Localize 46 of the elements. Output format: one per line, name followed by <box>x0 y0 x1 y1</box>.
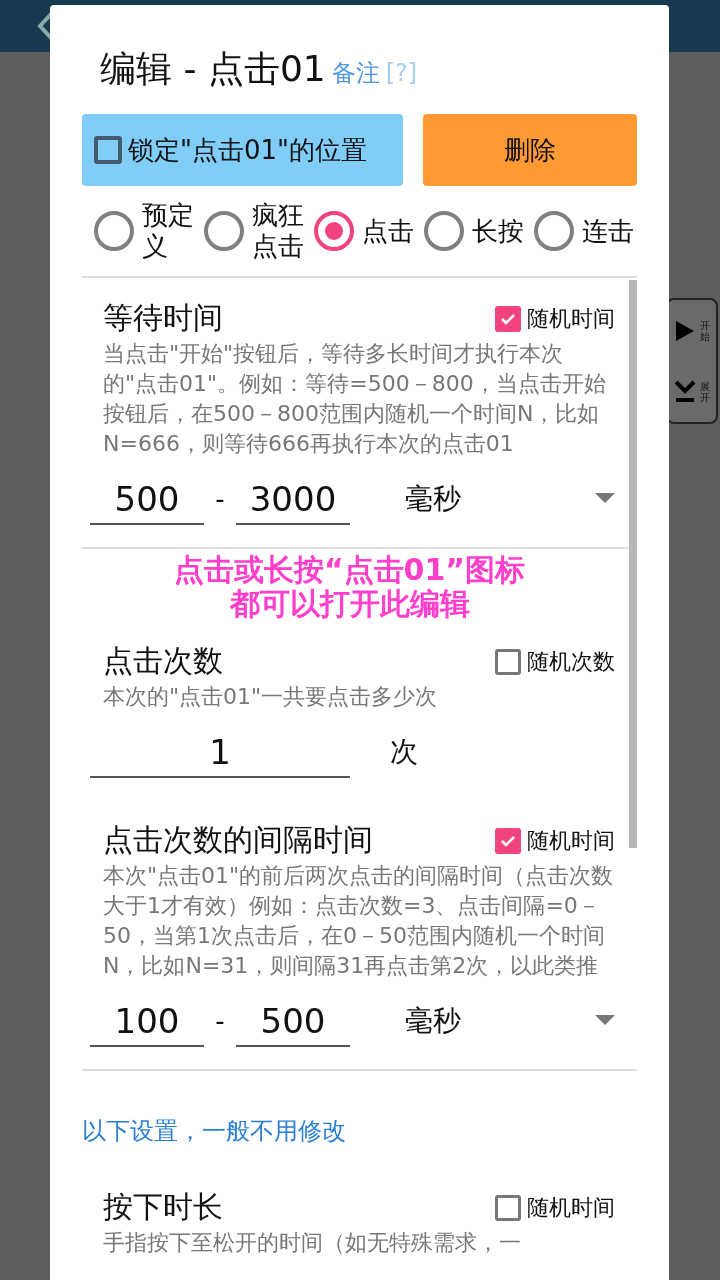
mode-label[interactable]: 长按 <box>472 215 527 247</box>
lock-position-button[interactable]: 锁定"点击01"的位置 <box>82 114 403 186</box>
section-description: 手指按下至松开的时间（如无特殊需求，一 <box>102 1229 522 1258</box>
section-description: 本次的"点击01"一共要点击多少次 <box>102 683 439 712</box>
random-checkbox[interactable]: 随机次数 <box>495 646 615 677</box>
random-checkbox[interactable]: 随机时间 <box>495 825 615 856</box>
number-field[interactable]: 100 <box>90 995 204 1048</box>
widget-label: 展开 <box>700 380 710 403</box>
mode-label[interactable]: 疯狂点击 <box>252 200 307 263</box>
advanced-note: 以下设置，一般不用修改 <box>82 1116 347 1148</box>
section-description: 当点击"开始"按钮后，等待多长时间才执行本次的"点击01"。例如：等待=500－800，当点击开始按钮后，在500－800范围内随机一个时间N，比如N=666，则等待666再执行本次的点击01 <box>102 340 607 459</box>
mode-label[interactable]: 连击 <box>582 215 637 247</box>
section-title: 点击次数的间隔时间 <box>103 821 373 860</box>
radio-button[interactable] <box>204 211 245 252</box>
play-icon <box>674 318 696 343</box>
unit-dropdown[interactable]: 毫秒 <box>405 1002 615 1041</box>
random-checkbox[interactable]: 随机时间 <box>495 1192 615 1223</box>
section-description: 本次"点击01"的前后两次点击的间隔时间（点击次数大于1才有效）例如：点击次数=3、点击间隔=0－50，当第1次点击后，在0－50范围内随机一个时间N，比如N=31，则间隔31再点击第2次，以此类推 <box>102 862 615 981</box>
section-title: 按下时长 <box>103 1188 223 1227</box>
expand-icon <box>674 379 696 404</box>
caret-icon <box>595 493 615 506</box>
radio-button[interactable] <box>94 211 134 252</box>
mode-label[interactable]: 点击 <box>362 215 417 247</box>
section-title: 等待时间 <box>103 299 223 338</box>
scrollbar[interactable] <box>629 280 637 849</box>
random-checkbox[interactable]: 随机时间 <box>495 303 615 334</box>
floating-widget[interactable]: 开始 展开 <box>666 298 718 424</box>
range-dash: - <box>214 484 226 515</box>
section-title: 点击次数 <box>103 642 223 681</box>
radio-button[interactable] <box>314 211 355 252</box>
number-field[interactable]: 3000 <box>236 473 350 526</box>
unit-label: 次 <box>390 734 418 771</box>
number-field[interactable]: 1 <box>90 726 350 779</box>
caret-icon <box>595 1015 615 1028</box>
range-dash: - <box>214 1006 226 1037</box>
radio-button[interactable] <box>534 211 575 252</box>
delete-button[interactable]: 删除 <box>423 114 637 186</box>
hint-text: 都可以打开此编辑 <box>229 587 470 622</box>
number-field[interactable]: 500 <box>90 473 204 526</box>
hint-text: 点击或长按“点击01”图标 <box>173 553 526 588</box>
unit-dropdown[interactable]: 毫秒 <box>405 480 615 519</box>
dialog-title: 编辑 - 点击01 <box>100 47 326 91</box>
radio-button[interactable] <box>424 211 465 252</box>
mode-label[interactable]: 预定义 <box>142 200 197 263</box>
widget-label: 开始 <box>700 319 710 342</box>
number-field[interactable]: 500 <box>236 995 350 1048</box>
